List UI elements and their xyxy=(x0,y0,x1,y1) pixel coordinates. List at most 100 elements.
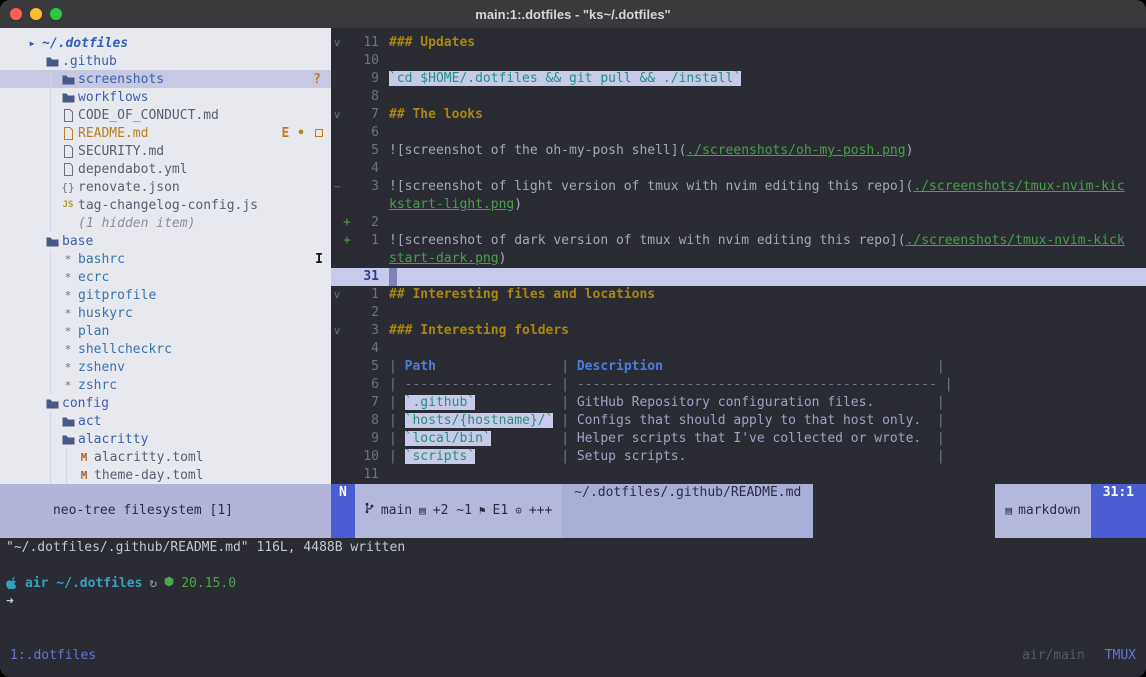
indent-guide xyxy=(50,124,51,142)
tree-item-bashrc[interactable]: *bashrcI xyxy=(0,250,331,268)
line-number: 1 xyxy=(353,232,379,250)
statusline-spacer xyxy=(813,484,995,538)
editor-line[interactable]: 4 xyxy=(331,160,1146,178)
tree-item-alacritty.toml[interactable]: Malacritty.toml xyxy=(0,448,331,466)
editor-line[interactable]: 11 xyxy=(331,466,1146,484)
fold-marker[interactable]: ~ xyxy=(331,178,343,196)
segment-p: | ------------------- | ----------------… xyxy=(389,377,953,392)
tree-item-plan[interactable]: *plan xyxy=(0,322,331,340)
tree-item-huskyrc[interactable]: *huskyrc xyxy=(0,304,331,322)
editor-line[interactable]: v1## Interesting files and locations xyxy=(331,286,1146,304)
tree-item-renovate.json[interactable]: {}renovate.json xyxy=(0,178,331,196)
indent-guide xyxy=(50,412,51,430)
tree-item-code_of_conduct.md[interactable]: CODE_OF_CONDUCT.md xyxy=(0,106,331,124)
git-sign xyxy=(343,430,353,448)
editor-line[interactable]: 2 xyxy=(331,304,1146,322)
tree-item-zshrc[interactable]: *zshrc xyxy=(0,376,331,394)
editor-line[interactable]: 7| `.github` | GitHub Repository configu… xyxy=(331,394,1146,412)
modified-square-icon xyxy=(315,129,323,137)
git-sign xyxy=(343,340,353,358)
tree-item-security.md[interactable]: SECURITY.md xyxy=(0,142,331,160)
neotree-panel[interactable]: ▶~/.dotfiles.githubscreenshots?workflows… xyxy=(0,28,331,484)
minimize-button[interactable] xyxy=(30,8,42,20)
zoom-button[interactable] xyxy=(50,8,62,20)
line-number: 7 xyxy=(353,394,379,412)
tree-item-config[interactable]: config xyxy=(0,394,331,412)
ibeam-cursor: I xyxy=(315,252,323,267)
line-number: 11 xyxy=(353,466,379,484)
tmux-window-tab[interactable]: 1:.dotfiles xyxy=(10,648,96,663)
indent-guide xyxy=(66,448,67,466)
editor-line[interactable]: 5| Path | Description | xyxy=(331,358,1146,376)
indent-guide xyxy=(50,304,51,322)
editor-line[interactable]: +2 xyxy=(331,214,1146,232)
tree-item--1-hidden-item-[interactable]: (1 hidden item) xyxy=(0,214,331,232)
tree-item-tag-changelog-config.js[interactable]: JStag-changelog-config.js xyxy=(0,196,331,214)
tree-item-base[interactable]: base xyxy=(0,232,331,250)
file-icon xyxy=(63,163,74,176)
tree-item-screenshots[interactable]: screenshots? xyxy=(0,70,331,88)
fold-marker[interactable]: v xyxy=(331,106,343,124)
segment-p: | xyxy=(389,449,405,464)
asterisk-icon: * xyxy=(65,343,72,356)
editor-line[interactable]: v11### Updates xyxy=(331,34,1146,52)
line-number: 2 xyxy=(353,214,379,232)
segment-t xyxy=(491,431,561,446)
editor-line[interactable]: v7## The looks xyxy=(331,106,1146,124)
tree-item-act[interactable]: act xyxy=(0,412,331,430)
line-text: `cd $HOME/.dotfiles && git pull && ./ins… xyxy=(389,70,741,88)
editor-line[interactable]: 8| `hosts/{hostname}/` | Configs that sh… xyxy=(331,412,1146,430)
editor-cursor-line[interactable]: 31 xyxy=(331,268,1146,286)
tree-item-workflows[interactable]: workflows xyxy=(0,88,331,106)
editor-line[interactable]: start-dark.png) xyxy=(331,250,1146,268)
segment-p: | xyxy=(389,395,405,410)
terminal-window: main:1:.dotfiles - "ks~/.dotfiles" ▶~/.d… xyxy=(0,0,1146,677)
git-sign xyxy=(343,52,353,70)
editor-line[interactable]: 4 xyxy=(331,340,1146,358)
editor-line[interactable]: 9| `local/bin` | Helper scripts that I'v… xyxy=(331,430,1146,448)
editor-line[interactable]: 6| ------------------- | ---------------… xyxy=(331,376,1146,394)
segment-l: kstart-light.png xyxy=(389,197,514,212)
tree-item-readme.md[interactable]: README.mdE • xyxy=(0,124,331,142)
tree-item-dependabot.yml[interactable]: dependabot.yml xyxy=(0,160,331,178)
cursor-position: 31:1 xyxy=(1091,484,1146,538)
neotree-status-text: neo-tree filesystem [1] xyxy=(53,503,233,518)
tree-item-theme-day.toml[interactable]: Mtheme-day.toml xyxy=(0,466,331,484)
indent-guide xyxy=(50,466,51,484)
tree-item-gitprofile[interactable]: *gitprofile xyxy=(0,286,331,304)
git-branch-icon xyxy=(365,502,374,520)
tree-item-alacritty[interactable]: alacritty xyxy=(0,430,331,448)
expand-arrow-icon[interactable]: ▶ xyxy=(30,39,35,48)
prompt-input-line[interactable]: ➜ xyxy=(6,592,1146,610)
tree-item-shellcheckrc[interactable]: *shellcheckrc xyxy=(0,340,331,358)
close-button[interactable] xyxy=(10,8,22,20)
editor-line[interactable]: 10 xyxy=(331,52,1146,70)
line-number: 10 xyxy=(353,52,379,70)
editor-line[interactable]: 6 xyxy=(331,124,1146,142)
tree-item-.github[interactable]: .github xyxy=(0,52,331,70)
line-number: 31 xyxy=(353,268,379,286)
file-icon xyxy=(63,145,74,158)
editor-line[interactable]: 8 xyxy=(331,88,1146,106)
tree-item-ecrc[interactable]: *ecrc xyxy=(0,268,331,286)
editor-line[interactable]: kstart-light.png) xyxy=(331,196,1146,214)
tree-item-~-.dotfiles[interactable]: ▶~/.dotfiles xyxy=(0,34,331,52)
tree-item-zshenv[interactable]: *zshenv xyxy=(0,358,331,376)
shell-pane[interactable]: air ~/.dotfiles ↻ 20.15.0 ➜ xyxy=(0,558,1146,641)
editor-line[interactable]: ~3![screenshot of light version of tmux … xyxy=(331,178,1146,196)
line-text: | `local/bin` | Helper scripts that I've… xyxy=(389,430,945,448)
editor-panel[interactable]: v11### Updates109`cd $HOME/.dotfiles && … xyxy=(331,28,1146,484)
editor-line[interactable]: +1![screenshot of dark version of tmux w… xyxy=(331,232,1146,250)
segment-t: ![screenshot of dark version of tmux wit… xyxy=(389,233,906,248)
editor-line[interactable]: 10| `scripts` | Setup scripts. | xyxy=(331,448,1146,466)
fold-marker[interactable]: v xyxy=(331,34,343,52)
editor-line[interactable]: 9`cd $HOME/.dotfiles && git pull && ./in… xyxy=(331,70,1146,88)
fold-marker[interactable]: v xyxy=(331,322,343,340)
tree-item-label: ecrc xyxy=(76,270,109,285)
git-sign xyxy=(343,376,353,394)
editor-line[interactable]: 5![screenshot of the oh-my-posh shell](.… xyxy=(331,142,1146,160)
fold-marker[interactable]: v xyxy=(331,286,343,304)
titlebar[interactable]: main:1:.dotfiles - "ks~/.dotfiles" xyxy=(0,0,1146,28)
editor-line[interactable]: v3### Interesting folders xyxy=(331,322,1146,340)
line-text xyxy=(389,268,397,286)
